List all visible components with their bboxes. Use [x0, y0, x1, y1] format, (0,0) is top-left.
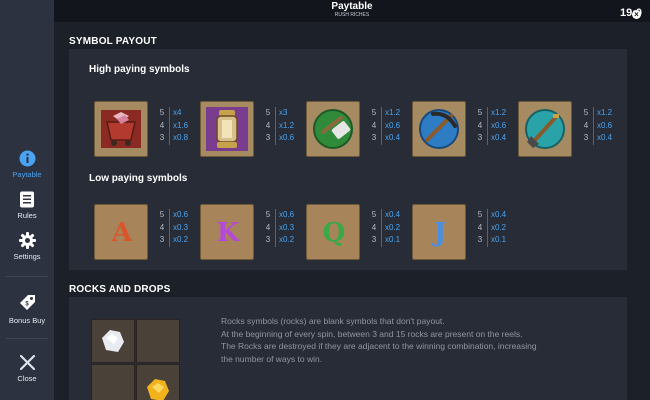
payout-list: 5 x0.6 4 x0.3 3 x0.2 — [158, 209, 206, 247]
payout-value: x1.2 — [279, 120, 295, 130]
payout-value: x1.6 — [173, 120, 189, 130]
payout-value: x0.6 — [279, 133, 295, 142]
rock-grid-cell — [136, 319, 180, 363]
sidebar-item-settings[interactable]: Settings — [0, 232, 54, 261]
sidebar-item-label: Paytable — [12, 170, 42, 179]
symbol-tile: A — [94, 204, 148, 260]
symbol-tile: Q — [306, 204, 360, 260]
sidebar-item-label: Settings — [13, 252, 41, 261]
payout-value: x0.6 — [385, 120, 401, 130]
game-subtitle: RUSH RICHES — [334, 12, 370, 18]
sidebar: Paytable Rules Settings $ Bonus Buy Clos… — [0, 0, 54, 400]
payout-value: x1.2 — [491, 108, 507, 117]
payout-value: x0.6 — [491, 120, 507, 130]
rocks-panel: Rocks symbols (rocks) are blank symbols … — [69, 297, 627, 400]
page-title: Paytable — [331, 1, 373, 12]
top-bar: Paytable RUSH RICHES 19:0 × — [54, 0, 650, 22]
rocks-description: Rocks symbols (rocks) are blank symbols … — [221, 315, 581, 365]
section-title-symbol-payout: SYMBOL PAYOUT — [69, 36, 157, 47]
payout-list: 5 x1.2 4 x0.6 3 x0.4 — [582, 107, 630, 145]
scrollbar[interactable] — [644, 22, 650, 400]
payout-value: x0.2 — [279, 235, 295, 244]
section-title-rocks-and-drops: ROCKS AND DROPS — [69, 284, 171, 295]
shovel-icon — [525, 109, 565, 149]
letter-j-symbol: J — [433, 218, 447, 248]
payout-value: x0.8 — [173, 133, 189, 142]
document-icon — [20, 191, 34, 208]
pickaxe-icon — [419, 109, 459, 149]
sidebar-divider — [6, 338, 48, 339]
sidebar-item-label: Close — [17, 374, 37, 383]
rocks-text-line: the number of ways to win. — [221, 353, 323, 364]
symbol-tile — [200, 101, 254, 157]
rock-grid-cell — [91, 319, 135, 363]
silver-rock-icon — [102, 330, 124, 352]
payout-list: 5 x3 4 x1.2 3 x0.6 — [264, 107, 312, 145]
sidebar-item-close[interactable]: Close — [0, 354, 54, 383]
hammer-icon — [313, 109, 353, 149]
letter-q-symbol: Q — [322, 218, 346, 248]
price-tag-icon: $ — [19, 295, 35, 310]
lantern-icon — [206, 107, 248, 151]
payout-value: x0.4 — [491, 210, 507, 219]
payout-value: x0.4 — [385, 133, 401, 142]
symbol-tile: J — [412, 204, 466, 260]
symbol-tile — [306, 101, 360, 157]
payout-list: 5 x1.2 4 x0.6 3 x0.4 — [370, 107, 418, 145]
payout-value: x0.2 — [385, 222, 401, 232]
rock-grid-cell — [91, 364, 135, 400]
payout-list: 5 x0.6 4 x0.3 3 x0.2 — [264, 209, 312, 247]
payout-value: x0.6 — [279, 210, 295, 219]
symbol-tile — [412, 101, 466, 157]
letter-k-symbol: K — [216, 218, 240, 248]
payout-value: x0.3 — [279, 222, 295, 232]
payout-value: x0.2 — [173, 235, 189, 244]
close-icon — [19, 354, 35, 371]
symbol-payout-panel: High paying symbols 5 x4 4 x1.6 3 x0.8 5… — [69, 49, 627, 270]
sidebar-item-label: Rules — [17, 211, 37, 220]
paytable-content[interactable]: SYMBOL PAYOUT High paying symbols 5 x4 4x… — [54, 22, 644, 400]
payout-value: x0.2 — [491, 222, 507, 232]
rocks-text-line: Rocks symbols (rocks) are blank symbols … — [221, 316, 445, 326]
high-paying-title: High paying symbols — [89, 64, 190, 75]
symbol-tile — [94, 101, 148, 157]
payout-value: x1.2 — [597, 108, 613, 117]
payout-list: 5 x1.2 4 x0.6 3 x0.4 — [476, 107, 524, 145]
payout-list: 5 x4 4 x1.6 3 x0.8 — [158, 107, 206, 145]
rocks-text-line: At the beginning of every spin, between … — [221, 328, 523, 339]
sidebar-item-label: Bonus Buy — [8, 316, 46, 325]
payout-value: x0.6 — [597, 120, 613, 130]
sidebar-item-rules[interactable]: Rules — [0, 191, 54, 220]
payout-value: x0.6 — [173, 210, 189, 219]
symbol-tile: K — [200, 204, 254, 260]
rock-grid-cell — [136, 364, 180, 400]
sidebar-divider — [6, 276, 48, 277]
payout-value: x0.4 — [597, 133, 613, 142]
payout-list: 5 x0.4 4 x0.2 3 x0.1 — [476, 209, 524, 247]
payout-value: x0.1 — [491, 235, 507, 244]
payout-value: x3 — [279, 108, 288, 117]
close-dot-icon[interactable]: × — [632, 10, 641, 19]
rocks-text-line: The Rocks are destroyed if they are adja… — [221, 341, 537, 351]
sidebar-item-paytable[interactable]: Paytable — [0, 150, 54, 179]
sidebar-item-bonus-buy[interactable]: $ Bonus Buy — [0, 294, 54, 325]
payout-value: x4 — [173, 108, 182, 117]
gold-rock-icon — [147, 379, 169, 400]
payout-value: x0.1 — [385, 235, 401, 244]
symbol-tile — [518, 101, 572, 157]
payout-value: x0.4 — [385, 210, 401, 219]
mine-cart-icon — [101, 110, 141, 148]
payout-value: x0.4 — [491, 133, 507, 142]
payout-value: x0.3 — [173, 222, 189, 232]
letter-a-symbol: A — [111, 218, 133, 248]
payout-list: 5 x0.4 4 x0.2 3 x0.1 — [370, 209, 418, 247]
low-paying-title: Low paying symbols — [89, 173, 188, 184]
info-icon — [19, 150, 35, 167]
gear-icon — [18, 232, 36, 249]
payout-value: x1.2 — [385, 108, 401, 117]
